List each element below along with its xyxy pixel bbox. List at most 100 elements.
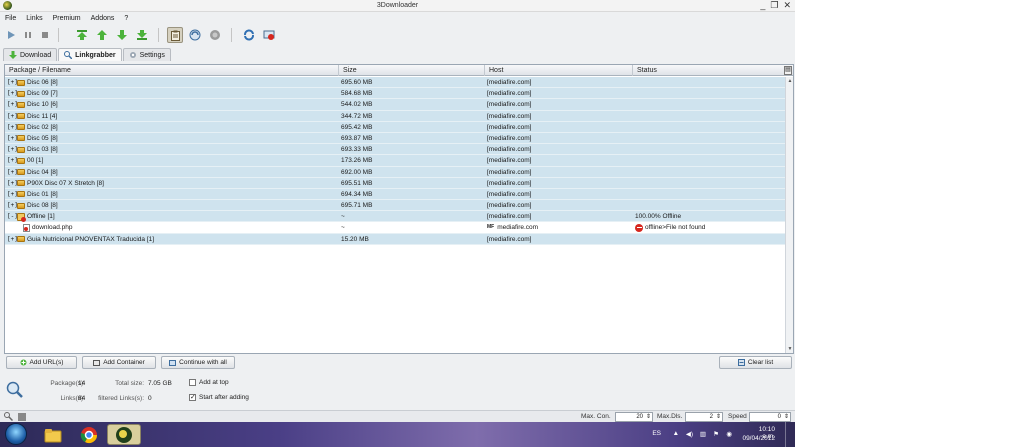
- tab-linkgrabber[interactable]: Linkgrabber: [58, 48, 122, 61]
- table-row[interactable]: [+] Disc 11 [4] 344.72 MB [mediafire.com]: [5, 110, 785, 122]
- package-icon: [17, 157, 25, 164]
- package-host: [mediafire.com]: [487, 213, 532, 221]
- package-name: P90X Disc 07 X Stretch [8]: [27, 179, 104, 187]
- move-down-button[interactable]: [114, 27, 130, 43]
- expand-toggle[interactable]: [+]: [7, 99, 18, 110]
- add-at-top-checkbox[interactable]: [189, 379, 196, 386]
- expand-toggle[interactable]: [+]: [7, 122, 18, 133]
- scroll-up-icon[interactable]: ▲: [786, 78, 794, 84]
- expand-toggle[interactable]: [+]: [7, 77, 18, 88]
- scroll-down-icon[interactable]: ▼: [786, 346, 794, 352]
- offline-link-row[interactable]: download.php ~ MF mediafire.com offline>File…: [5, 222, 785, 234]
- tab-settings[interactable]: Settings: [122, 48, 171, 61]
- update-button[interactable]: [261, 27, 277, 43]
- language-indicator[interactable]: ES: [652, 430, 661, 437]
- table-row[interactable]: [+] Disc 10 [6] 544.02 MB [mediafire.com]: [5, 99, 785, 111]
- column-header-size[interactable]: Size: [339, 65, 485, 76]
- offline-package-row[interactable]: [-] Offline [1] ~ [mediafire.com] 100.00% Of…: [5, 211, 785, 223]
- package-host: [mediafire.com]: [487, 123, 532, 131]
- show-desktop-button[interactable]: [785, 422, 795, 447]
- table-row[interactable]: [+] Disc 01 [8] 694.34 MB [mediafire.com]: [5, 188, 785, 201]
- expand-toggle[interactable]: [+]: [7, 167, 18, 178]
- table-row[interactable]: [+] Disc 04 [8] 692.00 MB [mediafire.com]: [5, 166, 785, 178]
- toolbar: [0, 25, 795, 45]
- column-header-package[interactable]: Package / Filename: [5, 65, 339, 76]
- menu-file[interactable]: File: [5, 13, 16, 24]
- table-row[interactable]: [+] Disc 03 [8] 693.33 MB [mediafire.com]: [5, 144, 785, 156]
- wrench-icon[interactable]: [4, 412, 13, 421]
- action-center-icon[interactable]: ⚑: [713, 430, 719, 438]
- move-up-button[interactable]: [94, 27, 110, 43]
- table-row[interactable]: [+] Disc 02 [8] 695.42 MB [mediafire.com]: [5, 121, 785, 133]
- minimize-button[interactable]: _: [760, 0, 765, 11]
- clock-date[interactable]: 09/04/2012: [742, 435, 775, 442]
- clear-list-button[interactable]: Clear list: [719, 356, 792, 369]
- move-bottom-button[interactable]: [134, 27, 150, 43]
- table-row[interactable]: [+] Disc 08 [8] 695.71 MB [mediafire.com]: [5, 200, 785, 212]
- start-button[interactable]: [5, 423, 27, 445]
- column-chooser-button[interactable]: ▤: [784, 66, 792, 75]
- info-panel: Package(s): 14 Total size: 7.05 GB Links…: [0, 373, 795, 408]
- tab-download[interactable]: Download: [3, 48, 58, 61]
- maximize-button[interactable]: ❐: [770, 0, 778, 11]
- package-size: 695.60 MB: [341, 79, 373, 86]
- package-icon: [17, 236, 25, 243]
- volume-icon[interactable]: ◀): [686, 430, 693, 438]
- gear-icon: [129, 52, 136, 58]
- table-row[interactable]: [+] 00 [1] 173.26 MB [mediafire.com]: [5, 155, 785, 167]
- pause-button[interactable]: [20, 27, 36, 43]
- table-row[interactable]: [+] Disc 09 [7] 584.68 MB [mediafire.com]: [5, 88, 785, 100]
- start-button[interactable]: [3, 27, 19, 43]
- tray-expand-icon[interactable]: ▲: [673, 430, 679, 437]
- taskbar-3downloader-button[interactable]: [107, 424, 141, 445]
- stop-button[interactable]: [37, 27, 53, 43]
- table-row[interactable]: [+] P90X Disc 07 X Stretch [8] 695.51 MB [m…: [5, 177, 785, 189]
- add-urls-button[interactable]: Add URL(s): [6, 356, 77, 369]
- premium-button[interactable]: [207, 27, 223, 43]
- expand-toggle[interactable]: [+]: [7, 178, 18, 189]
- network-icon[interactable]: ▥: [700, 430, 706, 438]
- package-icon: [17, 124, 25, 131]
- package-name: Disc 02 [8]: [27, 123, 58, 131]
- speed-spinner[interactable]: 0: [749, 412, 791, 422]
- stop-icon: [42, 32, 48, 38]
- column-header-host[interactable]: Host: [485, 65, 633, 76]
- max-con-spinner[interactable]: 20: [615, 412, 653, 422]
- expand-toggle[interactable]: [+]: [7, 189, 18, 200]
- expand-toggle[interactable]: [+]: [7, 234, 18, 245]
- pause-icon: [25, 32, 31, 38]
- move-top-button[interactable]: [74, 27, 90, 43]
- start-after-adding-checkbox[interactable]: [189, 393, 196, 401]
- expand-toggle[interactable]: [+]: [7, 88, 18, 99]
- column-header-status[interactable]: Status: [633, 65, 783, 76]
- package-name: Disc 05 [8]: [27, 134, 58, 142]
- vertical-scrollbar[interactable]: ▲ ▼: [785, 77, 793, 353]
- package-host: [mediafire.com]: [487, 179, 532, 187]
- taskbar-explorer-button[interactable]: [36, 424, 70, 445]
- expand-toggle[interactable]: [+]: [7, 144, 18, 155]
- max-dls-spinner[interactable]: 2: [685, 412, 723, 422]
- table-row[interactable]: [+] Guia Nutricional PNOVENTAX Traducida …: [5, 233, 785, 245]
- clipboard-observer-button[interactable]: [167, 27, 183, 43]
- expand-toggle[interactable]: [+]: [7, 111, 18, 122]
- table-header: Package / Filename Size Host Status ▤: [5, 65, 793, 76]
- expand-toggle[interactable]: [+]: [7, 200, 18, 211]
- continue-with-all-button[interactable]: Continue with all: [161, 356, 235, 369]
- reconnect-button[interactable]: [187, 27, 203, 43]
- menu-premium[interactable]: Premium: [53, 13, 81, 24]
- table-row[interactable]: [+] Disc 05 [8] 693.87 MB [mediafire.com]: [5, 132, 785, 145]
- table-row[interactable]: [+] Disc 06 [8] 695.60 MB [mediafire.com]: [5, 77, 785, 89]
- log-panel-icon[interactable]: [18, 413, 26, 421]
- add-container-button[interactable]: Add Container: [82, 356, 156, 369]
- menu-help[interactable]: ?: [124, 13, 128, 24]
- close-button[interactable]: ✕: [783, 0, 791, 11]
- refresh-button[interactable]: [241, 27, 257, 43]
- taskbar-chrome-button[interactable]: [72, 424, 106, 445]
- expand-toggle[interactable]: [+]: [7, 133, 18, 144]
- expand-toggle[interactable]: [+]: [7, 155, 18, 166]
- package-host: [mediafire.com]: [487, 235, 532, 243]
- tray-app-icon[interactable]: ◉: [726, 430, 732, 438]
- collapse-toggle[interactable]: [-]: [7, 211, 18, 222]
- menu-links[interactable]: Links: [26, 13, 42, 24]
- menu-addons[interactable]: Addons: [91, 13, 115, 24]
